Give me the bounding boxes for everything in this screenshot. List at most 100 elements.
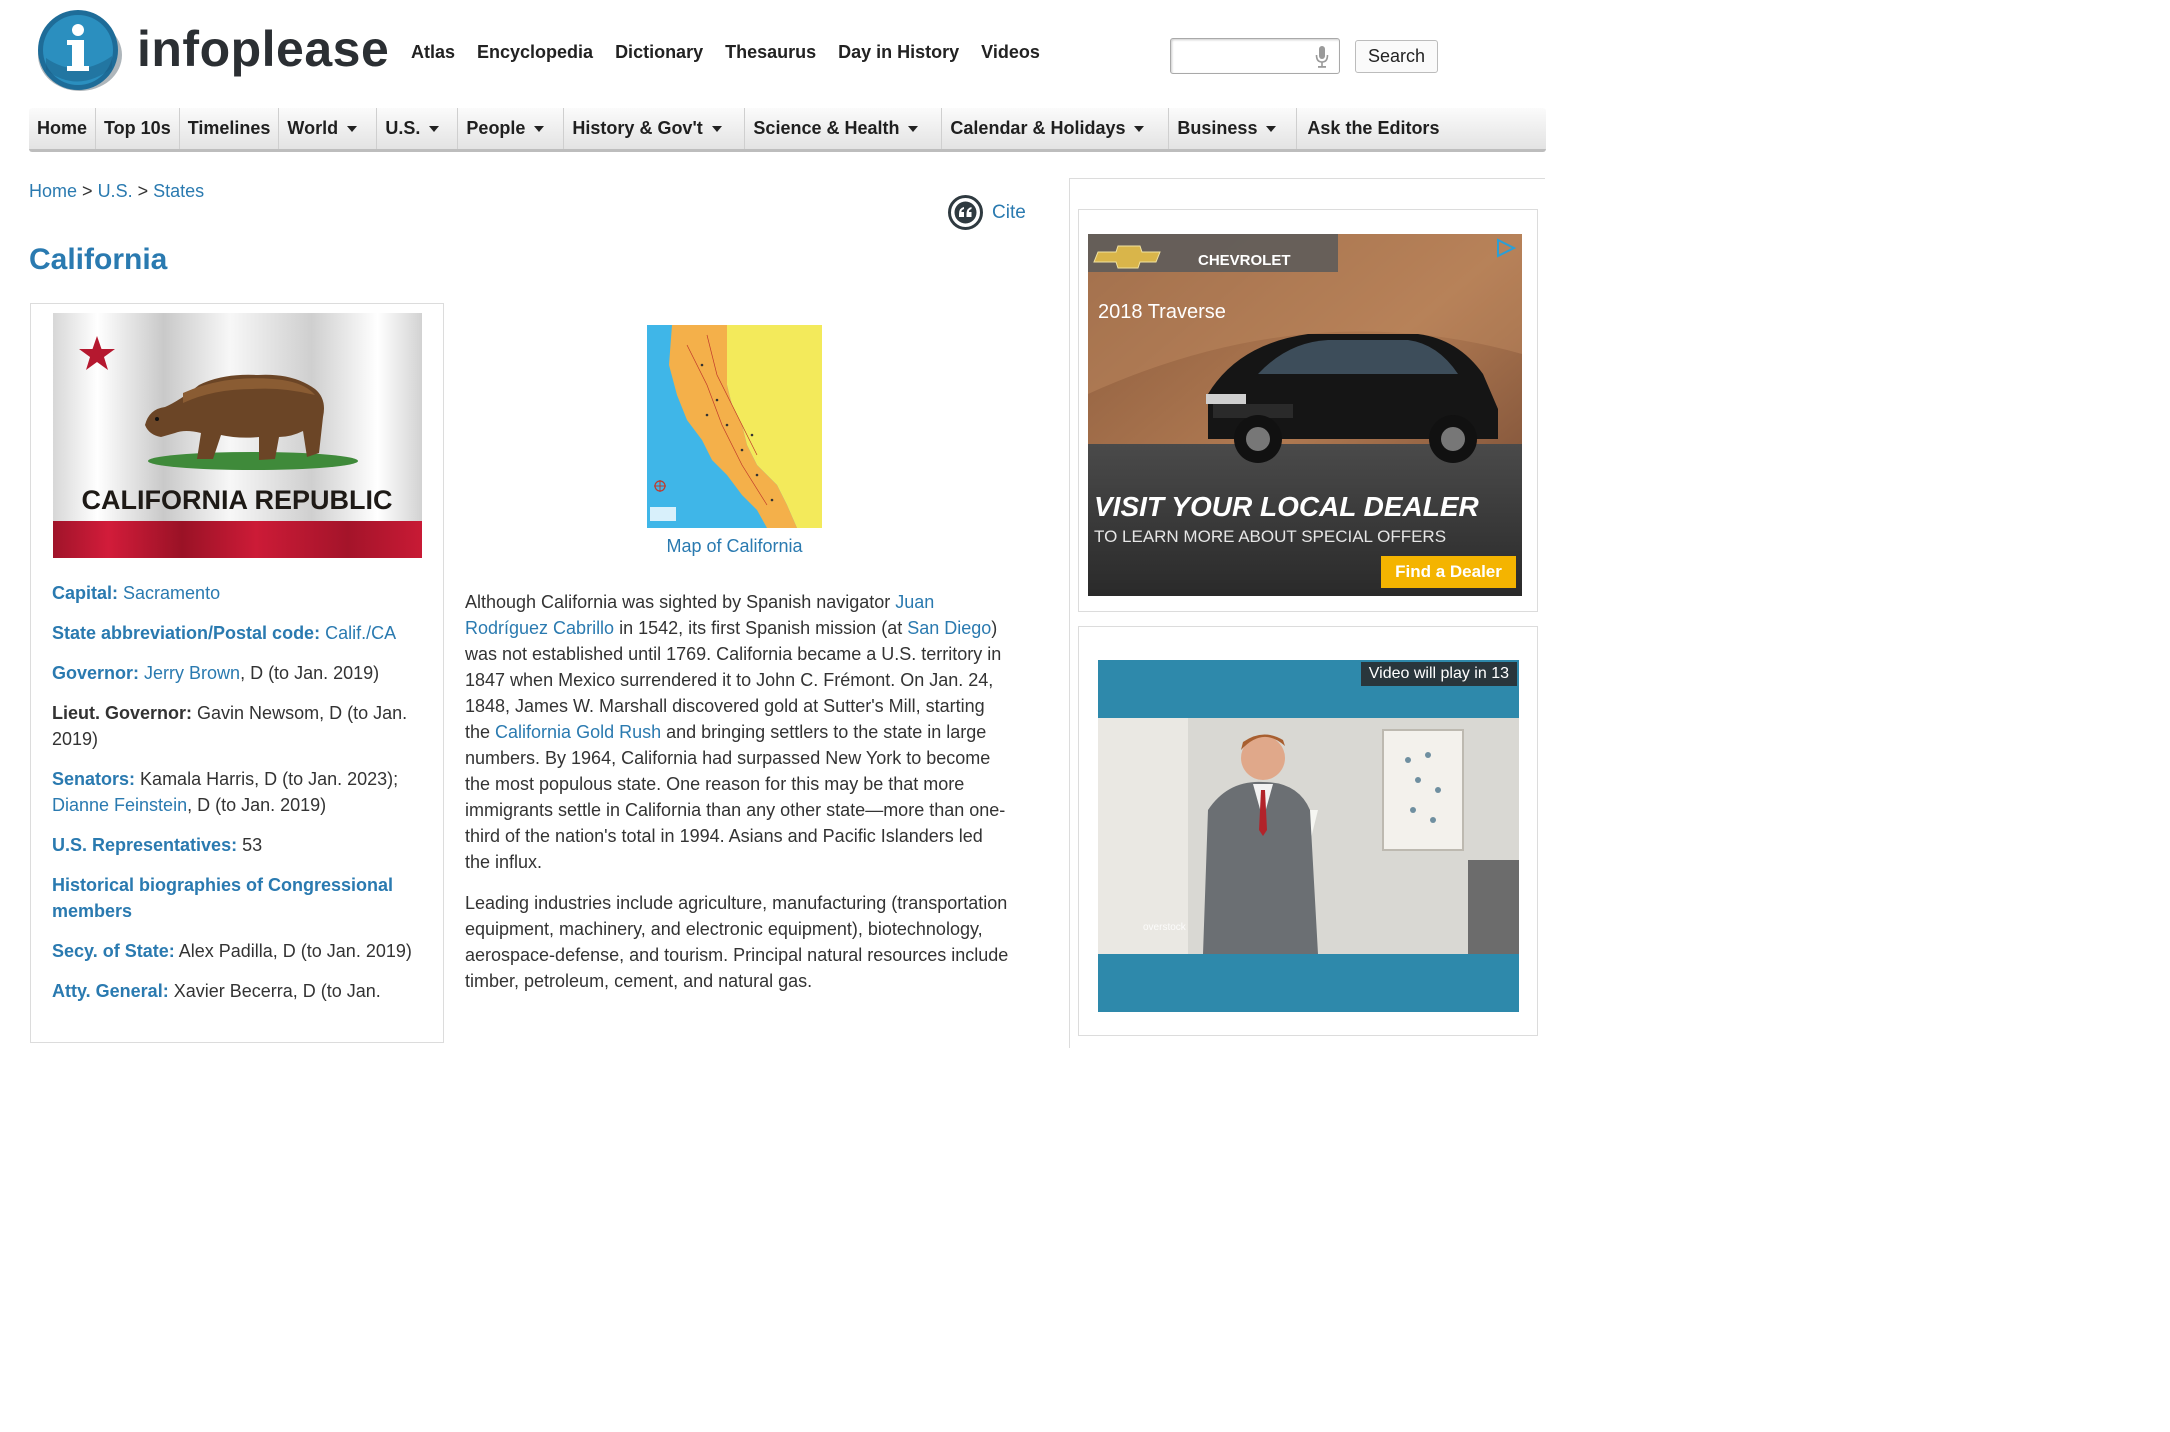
- ad-headline: VISIT YOUR LOCAL DEALER: [1094, 491, 1480, 522]
- abbreviation-label: State abbreviation/Postal code:: [52, 623, 321, 643]
- chevron-down-icon: [1134, 125, 1145, 132]
- fact-governor: Governor: Jerry Brown, D (to Jan. 2019): [52, 660, 422, 686]
- fact-attorney-general: Atty. General: Xavier Becerra, D (to Jan…: [52, 978, 422, 1004]
- nav-timelines[interactable]: Timelines: [180, 108, 280, 149]
- governor-link[interactable]: Jerry Brown: [144, 663, 240, 683]
- nav-world-label: World: [287, 118, 339, 138]
- article-text: and bringing settlers to the state in la…: [465, 722, 1006, 872]
- chevron-down-icon: [429, 125, 440, 132]
- article-paragraph: Leading industries include agriculture, …: [465, 893, 1009, 991]
- cite-label: Cite: [992, 201, 1026, 223]
- find-dealer-label: Find a Dealer: [1395, 562, 1502, 581]
- state-facts-box: CALIFORNIA REPUBLIC Capital: Sacramento …: [30, 303, 444, 1043]
- nav-us[interactable]: U.S.: [377, 108, 459, 149]
- breadcrumb-separator: >: [137, 181, 149, 201]
- ad-subhead: TO LEARN MORE ABOUT SPECIAL OFFERS: [1094, 527, 1446, 546]
- senators-label: Senators:: [52, 769, 136, 789]
- representatives-label: U.S. Representatives:: [52, 835, 238, 855]
- senator-2-term: , D (to Jan. 2019): [187, 795, 327, 815]
- lieut-governor-label: Lieut. Governor:: [52, 703, 193, 723]
- top-links: Atlas Encyclopedia Dictionary Thesaurus …: [411, 42, 1040, 63]
- video-countdown-text: Video will play in 13: [1368, 665, 1509, 682]
- nav-world[interactable]: World: [279, 108, 378, 149]
- nav-top-10s-label: Top 10s: [104, 118, 171, 138]
- top-link-encyclopedia[interactable]: Encyclopedia: [477, 42, 593, 63]
- gold-rush-link[interactable]: California Gold Rush: [495, 722, 661, 742]
- fact-senators: Senators: Kamala Harris, D (to Jan. 2023…: [52, 766, 422, 818]
- nav-business-label: Business: [1177, 118, 1258, 138]
- california-map-image[interactable]: [647, 325, 822, 528]
- ad-brand: CHEVROLET: [1198, 252, 1291, 269]
- nav-science-health[interactable]: Science & Health: [745, 108, 943, 149]
- nav-calendar-holidays[interactable]: Calendar & Holidays: [942, 108, 1170, 149]
- article-text: in 1542, its first Spanish mission (at: [614, 618, 908, 638]
- nav-home[interactable]: Home: [29, 108, 97, 149]
- video-countdown: Video will play in 13: [1360, 662, 1517, 686]
- overstock-watermark-text: overstock: [1143, 922, 1186, 933]
- article-text: Although California was sighted by Spani…: [465, 592, 896, 612]
- fact-historical-bios: Historical biographies of Congressional …: [52, 872, 422, 924]
- governor-term: , D (to Jan. 2019): [240, 663, 380, 683]
- attorney-general-label: Atty. General:: [52, 981, 169, 1001]
- top-link-videos[interactable]: Videos: [981, 42, 1040, 63]
- nav-calendar-holidays-label: Calendar & Holidays: [950, 118, 1126, 138]
- top-link-thesaurus[interactable]: Thesaurus: [725, 42, 816, 63]
- nav-ask-the-editors[interactable]: Ask the Editors: [1297, 108, 1447, 149]
- nav-people-label: People: [466, 118, 526, 138]
- flag-text: CALIFORNIA REPUBLIC: [82, 485, 393, 515]
- microphone-icon[interactable]: [1315, 45, 1329, 69]
- ad-model: 2018 Traverse: [1098, 301, 1226, 323]
- breadcrumb-home[interactable]: Home: [29, 181, 77, 201]
- overstock-watermark: overstock: [1143, 922, 1186, 933]
- fact-abbreviation: State abbreviation/Postal code: Calif./C…: [52, 620, 422, 646]
- nav-top-10s[interactable]: Top 10s: [96, 108, 180, 149]
- historical-bios-link[interactable]: Historical biographies of Congressional …: [52, 875, 393, 921]
- capital-link[interactable]: Sacramento: [123, 583, 220, 603]
- breadcrumb-us[interactable]: U.S.: [98, 181, 133, 201]
- senator-1: Kamala Harris, D (to Jan. 2023);: [140, 769, 399, 789]
- chevrolet-ad[interactable]: CHEVROLET 2018 Traverse VISIT YOUR LOCAL…: [1088, 234, 1522, 596]
- top-link-dictionary[interactable]: Dictionary: [615, 42, 703, 63]
- infoplease-logo-icon[interactable]: [34, 8, 124, 92]
- chevron-down-icon: [534, 125, 545, 132]
- san-diego-link[interactable]: San Diego: [907, 618, 991, 638]
- breadcrumb-states[interactable]: States: [153, 181, 204, 201]
- article-paragraph: Although California was sighted by Spani…: [465, 589, 1010, 875]
- nav-business[interactable]: Business: [1169, 108, 1298, 149]
- abbreviation-link[interactable]: Calif./CA: [325, 623, 396, 643]
- site-logo-text[interactable]: infoplease: [137, 20, 389, 78]
- attorney-general-value: Xavier Becerra, D (to Jan.: [173, 981, 381, 1001]
- nav-home-label: Home: [37, 118, 88, 138]
- nav-people[interactable]: People: [458, 108, 565, 149]
- fact-capital: Capital: Sacramento: [52, 580, 422, 606]
- fact-lieut-governor: Lieut. Governor: Gavin Newsom, D (to Jan…: [52, 700, 422, 752]
- nav-ask-the-editors-label: Ask the Editors: [1307, 118, 1440, 138]
- top-link-atlas[interactable]: Atlas: [411, 42, 455, 63]
- page-title: California: [29, 243, 168, 276]
- search-input[interactable]: [1170, 38, 1340, 74]
- find-dealer-button[interactable]: Find a Dealer: [1381, 556, 1516, 588]
- cite-button[interactable]: Cite: [948, 195, 1026, 230]
- chevron-down-icon: [1266, 125, 1277, 132]
- main-nav: Home Top 10s Timelines World U.S. People…: [29, 108, 1546, 152]
- fact-list: Capital: Sacramento State abbreviation/P…: [52, 580, 422, 1018]
- chevron-down-icon: [908, 125, 919, 132]
- search-button[interactable]: Search: [1355, 40, 1438, 73]
- senator-2-link[interactable]: Dianne Feinstein: [52, 795, 187, 815]
- top-link-day-in-history[interactable]: Day in History: [838, 42, 959, 63]
- fact-representatives: U.S. Representatives: 53: [52, 832, 422, 858]
- secretary-of-state-value: Alex Padilla, D (to Jan. 2019): [178, 941, 412, 961]
- breadcrumb: Home > U.S. > States: [29, 181, 204, 202]
- video-ad[interactable]: Video will play in 13 overstock: [1098, 660, 1519, 1012]
- nav-timelines-label: Timelines: [187, 118, 271, 138]
- capital-label: Capital:: [52, 583, 119, 603]
- governor-label: Governor:: [52, 663, 140, 683]
- fact-secretary-of-state: Secy. of State: Alex Padilla, D (to Jan.…: [52, 938, 422, 964]
- chevron-down-icon: [711, 125, 722, 132]
- chevron-down-icon: [347, 125, 358, 132]
- nav-us-label: U.S.: [385, 118, 421, 138]
- video-ad-frame-image: [1098, 718, 1519, 954]
- map-caption-link[interactable]: Map of California: [647, 536, 822, 557]
- nav-history-govt[interactable]: History & Gov't: [564, 108, 746, 149]
- secretary-of-state-label: Secy. of State:: [52, 941, 175, 961]
